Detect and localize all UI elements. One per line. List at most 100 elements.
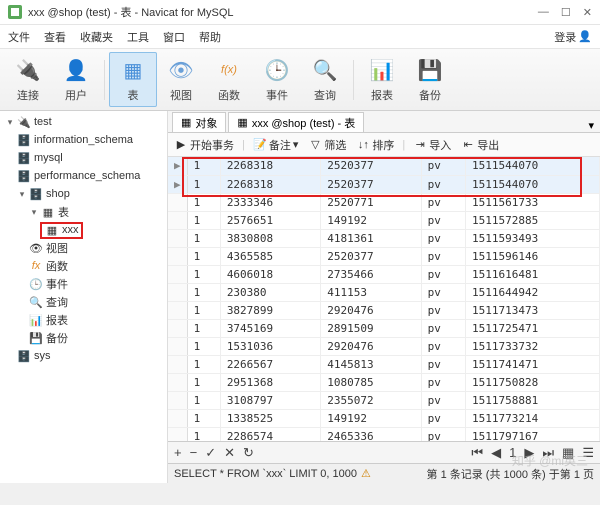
table-row[interactable]: ▶122683182520377pv1511544070 bbox=[168, 175, 600, 193]
cell[interactable] bbox=[168, 373, 187, 391]
cell[interactable]: 1 bbox=[187, 175, 220, 193]
cell[interactable]: 1511561733 bbox=[465, 193, 599, 211]
cell[interactable]: 1511750828 bbox=[465, 373, 599, 391]
delete-row-button[interactable]: − bbox=[190, 445, 198, 460]
cell[interactable]: 2266567 bbox=[220, 355, 320, 373]
cell[interactable]: 2355072 bbox=[321, 391, 421, 409]
apply-button[interactable]: ✓ bbox=[205, 445, 216, 461]
tab-objects[interactable]: ▦对象 bbox=[172, 112, 226, 132]
tree-db-shop[interactable]: ▾🗄️shop bbox=[0, 185, 167, 203]
memo-button[interactable]: 📝备注▾ bbox=[251, 137, 301, 153]
form-view-button[interactable]: ☰ bbox=[582, 445, 594, 461]
tree-db[interactable]: 🗄️performance_schema bbox=[0, 167, 167, 185]
cell[interactable] bbox=[168, 247, 187, 265]
cell[interactable]: 1511596146 bbox=[465, 247, 599, 265]
cell[interactable]: pv bbox=[421, 409, 465, 427]
cell[interactable]: 1338525 bbox=[220, 409, 320, 427]
cell[interactable] bbox=[168, 409, 187, 427]
first-page-button[interactable]: ⏮ bbox=[471, 445, 483, 461]
cell[interactable]: 1 bbox=[187, 265, 220, 283]
cell[interactable]: 4145813 bbox=[321, 355, 421, 373]
cell[interactable]: pv bbox=[421, 337, 465, 355]
tree-func[interactable]: fx函数 bbox=[0, 257, 167, 275]
cell[interactable] bbox=[168, 301, 187, 319]
cell[interactable] bbox=[168, 319, 187, 337]
cell[interactable]: pv bbox=[421, 355, 465, 373]
cell[interactable]: ▶ bbox=[168, 157, 187, 175]
cell[interactable]: 1511725471 bbox=[465, 319, 599, 337]
cell[interactable]: 1 bbox=[187, 283, 220, 301]
cell[interactable]: 1511544070 bbox=[465, 175, 599, 193]
table-row[interactable]: 129513681080785pv1511750828 bbox=[168, 373, 600, 391]
add-row-button[interactable]: + bbox=[174, 445, 182, 460]
minimize-button[interactable]: — bbox=[538, 6, 549, 19]
tool-query[interactable]: 🔍查询 bbox=[301, 52, 349, 107]
cell[interactable]: 1511713473 bbox=[465, 301, 599, 319]
tree-db[interactable]: 🗄️mysql bbox=[0, 149, 167, 167]
cell[interactable] bbox=[168, 211, 187, 229]
grid-view-button[interactable]: ▦ bbox=[562, 445, 574, 461]
tab-menu-icon[interactable]: ▾ bbox=[582, 119, 600, 132]
cell[interactable] bbox=[168, 337, 187, 355]
cell[interactable]: 1 bbox=[187, 211, 220, 229]
cell[interactable]: 1 bbox=[187, 229, 220, 247]
refresh-button[interactable]: ↻ bbox=[243, 445, 254, 461]
next-page-button[interactable]: ▶ bbox=[524, 445, 534, 461]
maximize-button[interactable]: ☐ bbox=[561, 6, 571, 19]
prev-page-button[interactable]: ◀ bbox=[491, 445, 501, 461]
cell[interactable]: pv bbox=[421, 319, 465, 337]
tree-query[interactable]: 🔍查询 bbox=[0, 293, 167, 311]
tool-backup[interactable]: 💾备份 bbox=[406, 52, 454, 107]
menu-favorites[interactable]: 收藏夹 bbox=[80, 29, 113, 45]
cell[interactable]: 2333346 bbox=[220, 193, 320, 211]
table-row[interactable]: 115310362920476pv1511733732 bbox=[168, 337, 600, 355]
cell[interactable]: 149192 bbox=[321, 211, 421, 229]
tree-tables[interactable]: ▾▦表 bbox=[0, 203, 167, 221]
cell[interactable]: 2465336 bbox=[321, 427, 421, 441]
login-button[interactable]: 登录 👤 bbox=[554, 29, 592, 45]
cancel-edit-button[interactable]: ✕ bbox=[224, 445, 235, 461]
cell[interactable]: 2520377 bbox=[321, 157, 421, 175]
table-row[interactable]: ▶122683182520377pv1511544070 bbox=[168, 157, 600, 175]
cell[interactable]: 1 bbox=[187, 301, 220, 319]
cell[interactable]: 1 bbox=[187, 337, 220, 355]
cell[interactable]: 1511797167 bbox=[465, 427, 599, 441]
table-row[interactable]: 1230380411153pv1511644942 bbox=[168, 283, 600, 301]
cell[interactable]: pv bbox=[421, 157, 465, 175]
table-row[interactable]: 146060182735466pv1511616481 bbox=[168, 265, 600, 283]
tree-db[interactable]: 🗄️sys bbox=[0, 347, 167, 365]
cell[interactable]: 1 bbox=[187, 319, 220, 337]
cell[interactable]: 1 bbox=[187, 247, 220, 265]
cell[interactable]: 2920476 bbox=[321, 301, 421, 319]
cell[interactable]: 2520377 bbox=[321, 247, 421, 265]
sort-button[interactable]: ↓↑排序 bbox=[354, 137, 396, 153]
table-row[interactable]: 122665674145813pv1511741471 bbox=[168, 355, 600, 373]
table-row[interactable]: 137451692891509pv1511725471 bbox=[168, 319, 600, 337]
tool-table[interactable]: ▦表 bbox=[109, 52, 157, 107]
cell[interactable]: 1531036 bbox=[220, 337, 320, 355]
export-button[interactable]: ⇤导出 bbox=[459, 137, 501, 153]
cell[interactable]: 3108797 bbox=[220, 391, 320, 409]
page-num-button[interactable]: 1 bbox=[509, 445, 516, 461]
cell[interactable]: 2951368 bbox=[220, 373, 320, 391]
tool-view[interactable]: 👁视图 bbox=[157, 52, 205, 107]
cell[interactable] bbox=[168, 283, 187, 301]
table-row[interactable]: 11338525149192pv1511773214 bbox=[168, 409, 600, 427]
cell[interactable]: pv bbox=[421, 229, 465, 247]
cell[interactable]: 3827899 bbox=[220, 301, 320, 319]
cell[interactable]: 1511644942 bbox=[465, 283, 599, 301]
table-row[interactable]: 138278992920476pv1511713473 bbox=[168, 301, 600, 319]
cell[interactable]: 2735466 bbox=[321, 265, 421, 283]
cell[interactable] bbox=[168, 427, 187, 441]
table-row[interactable]: 123333462520771pv1511561733 bbox=[168, 193, 600, 211]
tab-data[interactable]: ▦xxx @shop (test) - 表 bbox=[228, 112, 364, 132]
close-button[interactable]: ✕ bbox=[583, 6, 592, 19]
cell[interactable]: 1080785 bbox=[321, 373, 421, 391]
cell[interactable]: 2920476 bbox=[321, 337, 421, 355]
cell[interactable]: pv bbox=[421, 247, 465, 265]
table-row[interactable]: 131087972355072pv1511758881 bbox=[168, 391, 600, 409]
cell[interactable]: 3745169 bbox=[220, 319, 320, 337]
cell[interactable]: 2520377 bbox=[321, 175, 421, 193]
menu-file[interactable]: 文件 bbox=[8, 29, 30, 45]
cell[interactable]: 1 bbox=[187, 157, 220, 175]
